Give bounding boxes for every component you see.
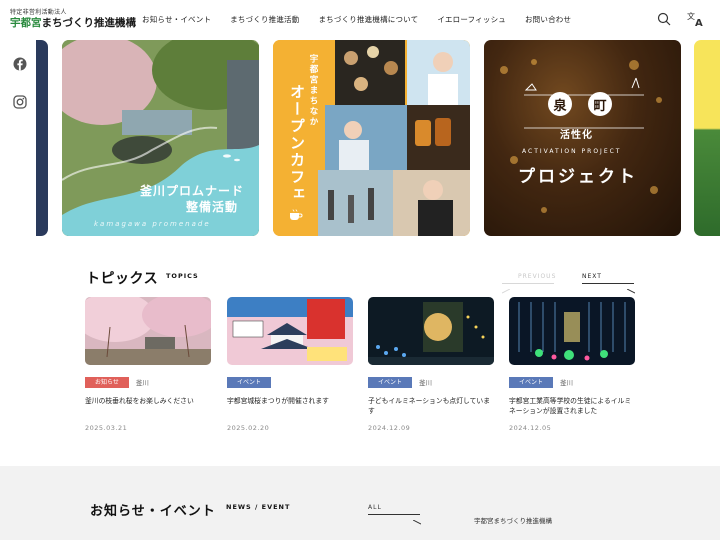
slide-kamagawa-subtitle: kamagawa promenade: [94, 220, 211, 228]
logo-title-city: 宇都宮: [10, 17, 42, 29]
category-tag[interactable]: イベント: [509, 376, 554, 388]
carousel-slide-partial-left[interactable]: [36, 40, 48, 236]
carousel-slide-izumicho[interactable]: 泉 町 活性化 ACTIVATION PROJECT プロジェクト: [484, 40, 681, 236]
topic-date: 2024.12.09: [368, 424, 411, 432]
topic-card[interactable]: イベント 釜川 子どもイルミネーションも点灯しています 2024.12.09: [368, 297, 494, 432]
topic-date: 2025.02.20: [227, 424, 270, 432]
nav-yellowfish[interactable]: イエローフィッシュ: [437, 14, 506, 25]
topic-card[interactable]: お知らせ 釜川 釜川の枝垂れ桜をお楽しみください 2025.03.21: [85, 297, 211, 432]
site-header: 特定非営利活動法人 宇都宮まちづくり推進機構 お知らせ・イベント まちづくり推進…: [0, 0, 720, 40]
topic-title: 宇都宮工業高等学校の生徒によるイルミネーションが設置されました: [509, 397, 632, 415]
topic-image-castle-festival: [227, 297, 353, 365]
topics-heading-en: TOPICS: [166, 272, 199, 280]
news-org-label: 宇都宮まちづくり推進機構: [474, 517, 552, 525]
news-heading-en: NEWS / EVENT: [226, 503, 291, 511]
logo-subtitle: 特定非営利活動法人: [10, 9, 67, 16]
coffee-cup-icon: [289, 206, 303, 225]
main-nav: お知らせ・イベント まちづくり推進活動 まちづくり推進機構について イエローフィ…: [142, 14, 590, 25]
category-tag[interactable]: イベント: [368, 376, 413, 388]
carousel-slide-kamagawa[interactable]: 釜川プロムナード 整備活動 kamagawa promenade: [62, 40, 259, 236]
place-label: 釜川: [419, 379, 433, 387]
news-heading: お知らせ・イベント: [90, 504, 216, 519]
topic-image-school-illumination: [509, 297, 635, 365]
slide-kamagawa-title-1: 釜川プロムナード: [140, 184, 245, 198]
search-icon[interactable]: [655, 10, 673, 28]
topics-next-button[interactable]: NEXT: [582, 273, 602, 280]
slide-izumicho-circle-left: 泉: [548, 92, 572, 116]
nav-contact[interactable]: お問い合わせ: [525, 14, 571, 25]
topic-date: 2024.12.05: [509, 424, 552, 432]
carousel-slide-open-cafe[interactable]: 宇都宮まちなか オープンカフェ: [273, 40, 470, 236]
logo-title-org: まちづくり推進機構: [41, 17, 137, 29]
topics-heading: トピックス: [86, 271, 159, 287]
facebook-icon[interactable]: [13, 56, 27, 71]
category-tag[interactable]: イベント: [227, 376, 272, 388]
translate-icon[interactable]: 文A: [687, 10, 705, 28]
place-label: 釜川: [135, 379, 149, 387]
nav-about[interactable]: まちづくり推進機構について: [318, 14, 418, 25]
slide-izumicho-subtitle: ACTIVATION PROJECT: [522, 148, 622, 155]
slide-izumicho-title-large: プロジェクト: [518, 167, 638, 187]
arrow-left-icon: [501, 279, 511, 298]
topic-image-cherry-blossom: [85, 297, 211, 365]
instagram-icon[interactable]: [13, 94, 27, 109]
topic-card[interactable]: イベント 宇都宮城桜まつりが開催されます 2025.02.20: [227, 297, 353, 432]
logo-title: 宇都宮まちづくり推進機構: [10, 17, 136, 30]
nav-news-event[interactable]: お知らせ・イベント: [142, 14, 211, 25]
slide-kamagawa-title-2: 整備活動: [186, 200, 239, 214]
slide-cafe-title-large: オープンカフェ: [288, 84, 306, 203]
slide-izumicho-circle-right: 町: [588, 92, 612, 116]
arrow-right-icon: [412, 510, 422, 529]
arrow-right-icon: [626, 279, 636, 298]
svg-text:A: A: [695, 18, 703, 27]
topic-title: 釜川の枝垂れ桜をお楽しみください: [85, 397, 194, 405]
nav-activities[interactable]: まちづくり推進活動: [230, 14, 299, 25]
slide-cafe-title-small: 宇都宮まちなか: [308, 54, 318, 128]
carousel-slide-partial-right[interactable]: [694, 40, 720, 236]
slide-izumicho-title-mid: 活性化: [560, 130, 593, 141]
topic-title: 宇都宮城桜まつりが開催されます: [227, 397, 329, 405]
news-all-link[interactable]: ALL: [368, 504, 382, 511]
topic-date: 2025.03.21: [85, 424, 128, 432]
place-label: 釜川: [560, 379, 574, 387]
topic-title: 子どもイルミネーションも点灯しています: [368, 397, 491, 415]
topics-prev-button[interactable]: PREVIOUS: [518, 273, 556, 280]
site-logo[interactable]: 特定非営利活動法人 宇都宮まちづくり推進機構: [10, 9, 136, 30]
topic-card[interactable]: イベント 釜川 宇都宮工業高等学校の生徒によるイルミネーションが設置されました …: [509, 297, 635, 432]
category-tag[interactable]: お知らせ: [85, 376, 129, 388]
svg-text:文: 文: [687, 11, 695, 21]
topic-image-kids-illumination: [368, 297, 494, 365]
